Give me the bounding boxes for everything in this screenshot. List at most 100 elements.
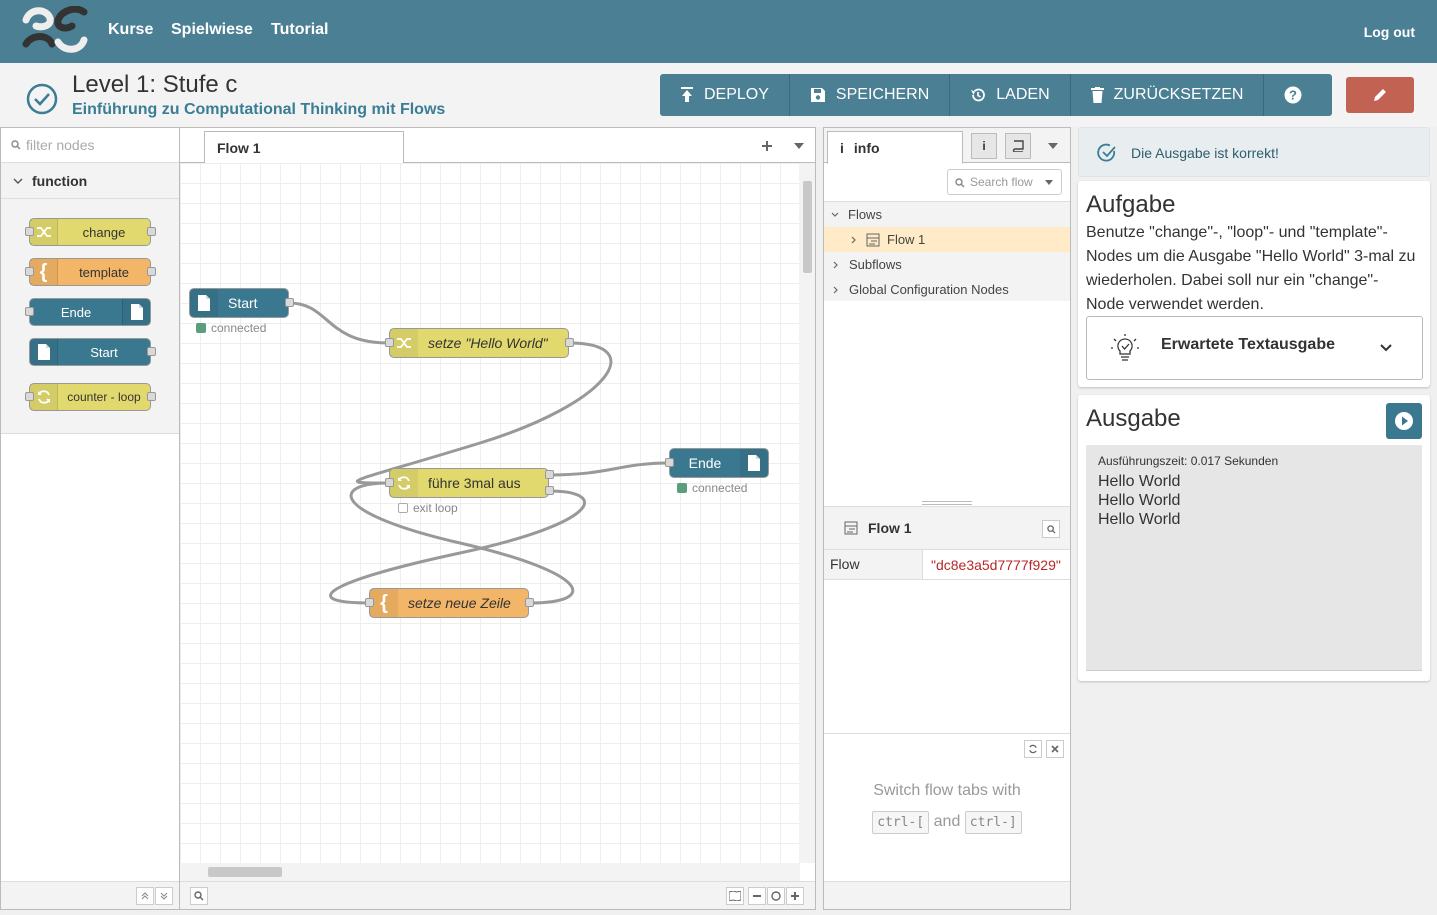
question-icon: ? [1284,86,1302,104]
info-title: Flow 1 [868,520,912,536]
search-flow-button[interactable] [190,887,208,905]
logout-link[interactable]: Log out [1364,24,1415,40]
help-button[interactable]: ? [1264,74,1332,116]
flow-node-ende[interactable]: Ende [669,448,769,478]
output-lines: Hello World Hello World Hello World [1098,472,1180,529]
input-port [25,267,34,276]
tree-subflows[interactable]: Subflows [824,252,1070,277]
tree-flows-label: Flows [848,207,882,222]
node-label: setze "Hello World" [428,335,548,351]
workspace-footer [180,881,815,909]
flow-node-template[interactable]: { setze neue Zeile [369,588,529,618]
save-button[interactable]: SPEICHERN [790,74,951,116]
sidebar-tabs: i info i [824,128,1070,164]
tree-flows[interactable]: Flows [824,202,1070,227]
input-port[interactable] [385,338,394,347]
flow-icon [866,233,880,246]
info-search-button[interactable] [1042,520,1060,538]
tree-flow-1-label: Flow 1 [887,232,926,247]
add-flow-icon[interactable] [761,140,773,152]
tips-panel: Switch flow tabs with ctrl-[ and ctrl-] [824,733,1070,883]
filter-nodes-input[interactable]: filter nodes [1,128,179,163]
horizontal-scrollbar[interactable] [180,863,800,881]
zoom-out-button[interactable] [748,887,766,905]
nav-tutorial[interactable]: Tutorial [271,21,328,39]
palette-node-ende[interactable]: Ende [29,298,151,326]
input-port[interactable] [365,598,374,607]
level-subtitle: Einführung zu Computational Thinking mit… [72,101,446,118]
tab-menu-icon[interactable] [794,143,804,149]
load-button[interactable]: LADEN [950,74,1071,116]
tab-info[interactable]: i info [827,131,963,164]
zoom-in-button[interactable] [786,887,804,905]
deploy-label: DEPLOY [704,86,769,103]
success-message: Die Ausgabe ist korrekt! [1131,145,1279,161]
horizontal-scroll-thumb[interactable] [208,867,282,877]
palette-node-counter-loop[interactable]: counter - loop [29,383,151,411]
flow-canvas[interactable]: Start connected setze "Hello World" führ… [180,163,800,863]
nav-kurse[interactable]: Kurse [108,21,153,39]
resize-handle[interactable] [922,501,972,505]
output-port[interactable] [285,298,294,307]
flow-tree: Flows Flow 1 Subflows Global Configurati… [824,201,1070,301]
flow-node-change[interactable]: setze "Hello World" [389,328,569,358]
run-button[interactable] [1386,403,1422,439]
expected-output-toggle[interactable]: Erwartete Textausgabe [1086,316,1423,380]
chevron-down-icon [831,212,839,217]
tree-flow-1[interactable]: Flow 1 [824,227,1070,252]
close-tip-button[interactable] [1046,740,1064,758]
tree-subflows-label: Subflows [849,257,902,272]
output-port[interactable] [545,486,554,495]
output-port[interactable] [565,338,574,347]
editor-toolbar: DEPLOY SPEICHERN LADEN ZURÜCKSETZEN ? [660,74,1333,116]
zoom-reset-button[interactable] [767,887,785,905]
reset-button[interactable]: ZURÜCKSETZEN [1071,74,1265,116]
navigator-button[interactable] [726,887,744,905]
expand-all-button[interactable] [155,887,173,905]
reset-label: ZURÜCKSETZEN [1113,86,1244,103]
success-alert: Die Ausgabe ist korrekt! [1078,127,1430,177]
info-tab-button[interactable]: i [971,133,997,159]
input-port[interactable] [385,478,394,487]
expected-output-label: Erwartete Textausgabe [1161,336,1335,353]
category-function-header[interactable]: function [1,163,179,199]
help-tab-button[interactable] [1005,133,1031,159]
circle-icon [771,891,781,901]
tree-global-config[interactable]: Global Configuration Nodes [824,277,1070,302]
status-text: connected [211,321,267,335]
palette-node-change[interactable]: change [29,218,151,246]
flow-icon [844,521,858,535]
file-icon [122,299,150,325]
search-flow-input[interactable]: Search flow [947,169,1062,195]
input-port [25,227,34,236]
chevron-right-icon [833,286,838,293]
info-header: Flow 1 [824,506,1070,550]
logo-icon[interactable] [22,6,88,54]
status-dot [398,503,408,513]
lightbulb-icon [1111,334,1139,361]
flow-node-start[interactable]: Start [189,288,289,318]
palette-node-start[interactable]: Start [29,338,151,366]
output-port[interactable] [545,470,554,479]
sidebar-menu-icon[interactable] [1048,143,1058,149]
output-port [147,347,156,356]
nav-spielwiese[interactable]: Spielwiese [171,21,253,39]
search-icon [194,891,204,901]
edit-button[interactable] [1346,77,1414,113]
kbd-ctrl-open: ctrl-[ [872,811,930,834]
history-icon [971,88,986,102]
output-port[interactable] [525,598,534,607]
input-port[interactable] [665,458,674,467]
flow-node-loop[interactable]: führe 3mal aus [389,468,549,498]
kbd-ctrl-close: ctrl-] [964,811,1022,834]
collapse-all-button[interactable] [136,887,154,905]
vertical-scroll-thumb[interactable] [803,181,812,273]
tab-flow-1[interactable]: Flow 1 [204,131,404,164]
palette-node-template[interactable]: { template [29,258,151,286]
vertical-scrollbar[interactable] [799,163,815,863]
refresh-tip-button[interactable] [1024,740,1042,758]
status-start: connected [196,321,266,335]
double-chevron-up-icon [141,892,149,900]
check-circle-icon [26,83,58,115]
deploy-button[interactable]: DEPLOY [660,74,790,116]
